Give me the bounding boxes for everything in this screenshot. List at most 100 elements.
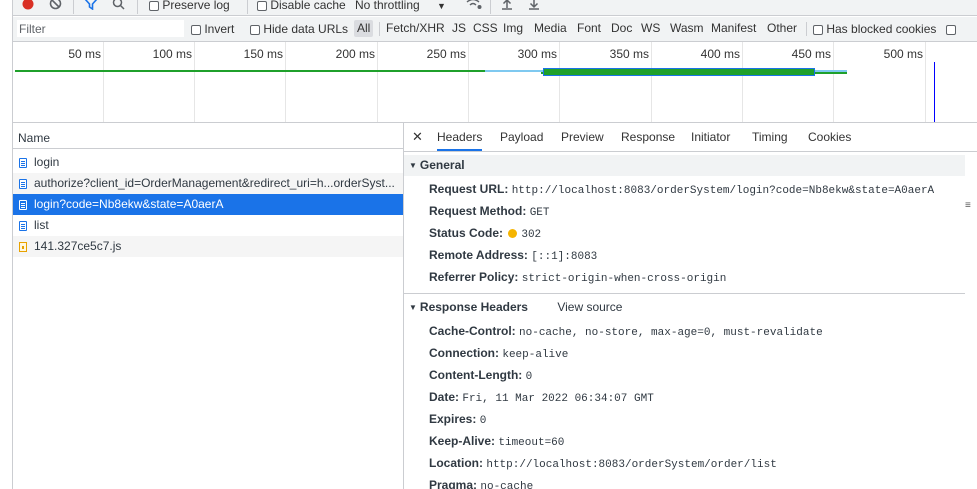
timeline-dom-content-loaded-marker [934, 62, 935, 122]
document-icon [19, 200, 27, 210]
filter-type-media[interactable]: Media [531, 20, 570, 37]
network-conditions-icon[interactable] [466, 0, 482, 15]
blocked-requests-box[interactable] [945, 25, 956, 35]
filter-type-css[interactable]: CSS [470, 20, 501, 37]
record-icon[interactable] [22, 0, 34, 15]
timeline-tick-label: 50 ms [68, 47, 101, 61]
filter-divider [806, 22, 807, 36]
response-headers-title: Response Headers [419, 300, 528, 314]
status-warning-dot-icon [508, 229, 518, 238]
has-blocked-cookies-box[interactable] [813, 25, 823, 35]
response-header-row: Cache-Control: no-cache, no-store, max-a… [429, 320, 823, 342]
response-header-row: Location: http://localhost:8083/orderSys… [429, 452, 777, 474]
column-header-name[interactable]: Name [13, 127, 403, 149]
filter-type-fetch-xhr[interactable]: Fetch/XHR [383, 20, 448, 37]
timeline-selected-request-bar [543, 68, 815, 76]
tab-payload[interactable]: Payload [500, 123, 543, 151]
tab-response[interactable]: Response [621, 123, 675, 151]
header-key: Location: [429, 456, 483, 470]
header-key: Expires: [429, 412, 477, 426]
filter-type-other[interactable]: Other [764, 20, 800, 37]
general-section-header[interactable]: ▼ General [404, 155, 965, 176]
invert-label: Invert [204, 22, 235, 36]
timeline-gridline [833, 42, 834, 122]
request-row[interactable]: 141.327ce5c7.js [13, 236, 403, 257]
filter-bar: Invert Hide data URLs All Fetch/XHR JS C… [13, 17, 977, 42]
throttling-value: No throttling [355, 0, 420, 12]
toolbar-divider [73, 0, 74, 14]
timeline-gridline [742, 42, 743, 122]
header-value: no-cache, no-store, max-age=0, must-reva… [519, 327, 823, 339]
export-har-icon[interactable] [528, 0, 540, 15]
timeline-gridline [559, 42, 560, 122]
header-value: [::1]:8083 [531, 251, 598, 263]
preserve-log-checkbox[interactable]: Preserve log [149, 0, 230, 15]
header-key: Connection: [429, 346, 499, 360]
hide-data-urls-box[interactable] [250, 25, 260, 35]
invert-checkbox[interactable]: Invert [191, 22, 234, 36]
detail-tab-bar: ✕ Headers Payload Preview Response Initi… [404, 123, 977, 152]
network-overview-timeline[interactable]: 50 ms 100 ms 150 ms 200 ms 250 ms 300 ms… [13, 42, 977, 123]
preserve-log-box[interactable] [149, 1, 159, 11]
header-key: Remote Address: [429, 248, 528, 262]
header-value: timeout=60 [498, 437, 565, 449]
header-key: Referrer Policy: [429, 270, 519, 284]
filter-type-font[interactable]: Font [574, 20, 604, 37]
invert-box[interactable] [191, 25, 201, 35]
close-icon[interactable]: ✕ [412, 123, 423, 151]
header-value: http://localhost:8083/orderSystem/login?… [511, 185, 935, 197]
has-blocked-cookies-checkbox[interactable]: Has blocked cookies [813, 22, 956, 36]
header-value: no-cache [480, 481, 534, 489]
tab-preview[interactable]: Preview [561, 123, 604, 151]
tab-initiator[interactable]: Initiator [691, 123, 730, 151]
section-divider [404, 293, 965, 294]
filter-type-img[interactable]: Img [500, 20, 526, 37]
timeline-request-bar [15, 70, 485, 72]
filter-type-ws[interactable]: WS [638, 20, 663, 37]
disable-cache-checkbox[interactable]: Disable cache [257, 0, 346, 15]
hide-data-urls-checkbox[interactable]: Hide data URLs [250, 22, 348, 36]
response-header-row: Pragma: no-cache [429, 474, 533, 489]
tab-timing[interactable]: Timing [752, 123, 788, 151]
response-header-row: Keep-Alive: timeout=60 [429, 430, 564, 452]
search-icon[interactable] [112, 0, 125, 15]
timeline-gridline [651, 42, 652, 122]
header-value: GET [529, 207, 550, 219]
header-key: Content-Length: [429, 368, 523, 382]
filter-type-js[interactable]: JS [449, 20, 469, 37]
filter-icon[interactable] [84, 0, 98, 15]
request-detail-panel: ✕ Headers Payload Preview Response Initi… [404, 123, 977, 489]
remote-address-row: Remote Address: [::1]:8083 [429, 244, 597, 266]
request-name: 141.327ce5c7.js [34, 239, 122, 253]
view-source-link[interactable]: View source [557, 300, 622, 314]
disable-cache-box[interactable] [257, 1, 267, 11]
request-row[interactable]: list [13, 215, 403, 236]
toolbar-divider [490, 0, 491, 14]
panel-resize-grip-icon[interactable]: ≡ [965, 200, 971, 211]
filter-type-manifest[interactable]: Manifest [708, 20, 759, 37]
triangle-down-icon: ▼ [409, 303, 417, 312]
request-name: authorize?client_id=OrderManagement&redi… [34, 176, 395, 190]
throttling-select[interactable]: No throttling ▼ [355, 0, 446, 15]
tab-cookies[interactable]: Cookies [808, 123, 851, 151]
filter-type-wasm[interactable]: Wasm [667, 20, 707, 37]
filter-type-doc[interactable]: Doc [608, 20, 635, 37]
tab-headers[interactable]: Headers [437, 123, 483, 151]
request-row[interactable]: authorize?client_id=OrderManagement&redi… [13, 173, 403, 194]
request-row[interactable]: login [13, 152, 403, 173]
request-row-selected[interactable]: login?code=Nb8ekw&state=A0aerA [13, 194, 403, 215]
toolbar-divider [247, 0, 248, 14]
filter-input[interactable] [17, 20, 184, 37]
timeline-gridline [468, 42, 469, 122]
timeline-gridline [285, 42, 286, 122]
timeline-tick-label: 200 ms [335, 47, 375, 61]
document-icon [19, 221, 27, 231]
has-blocked-cookies-label: Has blocked cookies [826, 22, 937, 36]
filter-type-all[interactable]: All [354, 20, 374, 37]
response-headers-section-header[interactable]: ▼ Response Headers View source [404, 297, 965, 318]
import-har-icon[interactable] [501, 0, 513, 15]
request-name: login?code=Nb8ekw&state=A0aerA [34, 197, 224, 211]
header-value: http://localhost:8083/orderSystem/order/… [486, 459, 777, 471]
clear-icon[interactable] [49, 0, 62, 15]
timeline-tick-label: 450 ms [791, 47, 831, 61]
